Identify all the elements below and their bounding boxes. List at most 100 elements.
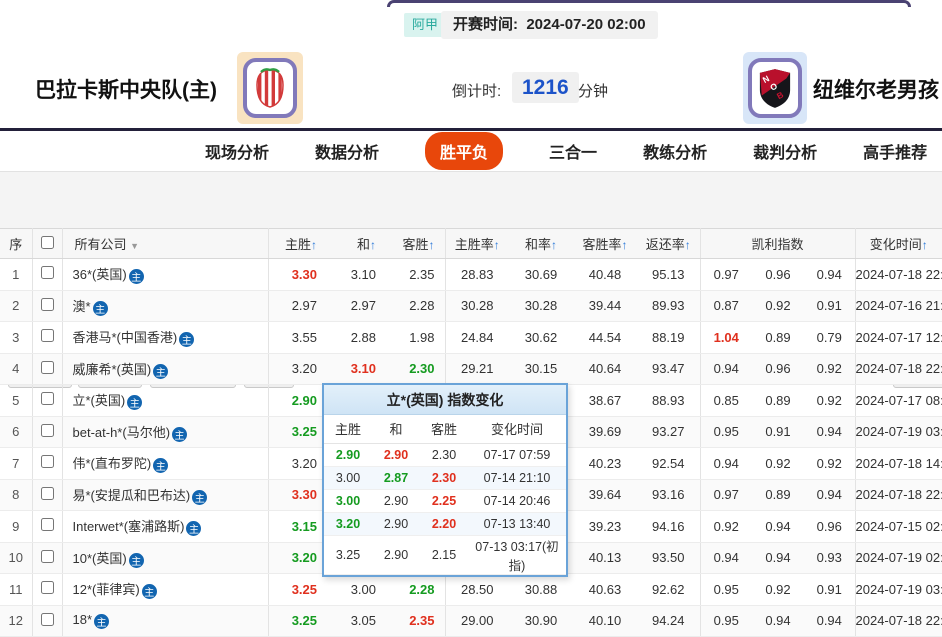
popup-home-odds: 3.00: [324, 466, 372, 489]
tab-胜平负[interactable]: 胜平负: [425, 132, 503, 170]
header-draw-rate[interactable]: 和率↑: [509, 229, 573, 259]
kelly-away-cell: 0.92: [804, 353, 855, 385]
kelly-away-cell: 0.94: [804, 259, 855, 291]
company-badge-icon: 主: [127, 395, 142, 410]
away-rate-cell: 44.54: [573, 322, 637, 354]
tab-高手推荐[interactable]: 高手推荐: [863, 139, 927, 163]
row-index: 2: [0, 290, 32, 322]
row-checkbox[interactable]: [41, 329, 54, 342]
kickoff-value: 2024-07-20 02:00: [526, 16, 645, 33]
company-cell[interactable]: Interwet*(塞浦路斯)主: [62, 511, 268, 543]
away-rate-cell: 39.44: [573, 290, 637, 322]
tab-裁判分析[interactable]: 裁判分析: [753, 139, 817, 163]
row-checkbox[interactable]: [41, 266, 54, 279]
row-checkbox[interactable]: [41, 424, 54, 437]
table-row: 1 36*(英国)主 3.30 3.10 2.35 28.83 30.69 40…: [0, 259, 942, 291]
countdown-label: 倒计时:: [452, 80, 501, 101]
draw-rate-cell: 30.90: [509, 605, 573, 637]
popup-change-time: 07-13 13:40: [468, 512, 566, 535]
header-home-rate[interactable]: 主胜率↑: [445, 229, 509, 259]
header-away-odds[interactable]: 客胜↑: [386, 229, 445, 259]
header-away-label: 客胜: [402, 237, 428, 252]
company-cell[interactable]: 12*(菲律宾)主: [62, 574, 268, 606]
company-cell[interactable]: 澳*主: [62, 290, 268, 322]
tab-数据分析[interactable]: 数据分析: [315, 139, 379, 163]
header-company[interactable]: 所有公司 ▼: [62, 229, 268, 259]
table-row: 12 18*主 3.25 3.05 2.35 29.00 30.90 40.10…: [0, 605, 942, 637]
sort-asc-icon: ↑: [922, 238, 928, 252]
row-checkbox[interactable]: [41, 298, 54, 311]
row-checkbox[interactable]: [41, 581, 54, 594]
company-cell[interactable]: 10*(英国)主: [62, 542, 268, 574]
kickoff-label: 开赛时间:: [453, 16, 518, 33]
company-badge-icon: 主: [179, 332, 194, 347]
company-cell[interactable]: 18*主: [62, 605, 268, 637]
kelly-home-cell: 0.87: [700, 290, 752, 322]
away-rate-cell: 39.69: [573, 416, 637, 448]
company-cell[interactable]: 香港马*(中国香港)主: [62, 322, 268, 354]
odds-change-popup: 立*(英国) 指数变化 主胜 和 客胜 变化时间 2.90 2.90 2.30 …: [322, 383, 568, 577]
kelly-home-cell: 0.95: [700, 605, 752, 637]
company-cell[interactable]: 36*(英国)主: [62, 259, 268, 291]
row-checkbox[interactable]: [41, 455, 54, 468]
row-checkbox[interactable]: [41, 487, 54, 500]
tab-教练分析[interactable]: 教练分析: [643, 139, 707, 163]
row-checkbox-cell: [32, 259, 62, 291]
header-payout[interactable]: 返还率↑: [637, 229, 700, 259]
company-name: 立*(英国): [73, 393, 126, 408]
away-odds-cell: 2.35: [386, 605, 445, 637]
popup-title: 立*(英国) 指数变化: [324, 385, 566, 415]
row-checkbox[interactable]: [41, 613, 54, 626]
kelly-draw-cell: 0.89: [752, 322, 804, 354]
payout-cell: 88.93: [637, 385, 700, 417]
sort-asc-icon: ↑: [311, 238, 317, 252]
kelly-draw-cell: 0.94: [752, 511, 804, 543]
sort-asc-icon: ↑: [494, 238, 500, 252]
tab-现场分析[interactable]: 现场分析: [205, 139, 269, 163]
change-time-cell: 2024-07-16 21:50: [855, 290, 942, 322]
company-cell[interactable]: 易*(安提瓜和巴布达)主: [62, 479, 268, 511]
kelly-away-cell: 0.91: [804, 574, 855, 606]
popup-draw-odds: 2.87: [372, 466, 420, 489]
countdown-value: 1216: [512, 72, 579, 103]
company-cell[interactable]: 威廉希*(英国)主: [62, 353, 268, 385]
kelly-draw-cell: 0.96: [752, 353, 804, 385]
header-checkbox[interactable]: [32, 229, 62, 259]
table-toolbar: 删除选中 保留选中 即时 ▼ 筛选 ▼ 共[168/168]间公司[显示] 设置…: [0, 171, 942, 228]
change-time-cell: 2024-07-18 22:24: [855, 605, 942, 637]
popup-change-time: 07-14 20:46: [468, 489, 566, 512]
away-rate-cell: 39.64: [573, 479, 637, 511]
draw-odds-cell: 3.00: [327, 574, 386, 606]
popup-away-odds: 2.25: [420, 489, 468, 512]
change-time-cell: 2024-07-19 03:59: [855, 574, 942, 606]
row-checkbox[interactable]: [41, 361, 54, 374]
home-odds-cell: 2.90: [268, 385, 327, 417]
popup-row: 3.00 2.87 2.30 07-14 21:10: [324, 466, 566, 489]
header-change-time[interactable]: 变化时间↑: [855, 229, 942, 259]
kelly-draw-cell: 0.89: [752, 479, 804, 511]
company-cell[interactable]: 伟*(直布罗陀)主: [62, 448, 268, 480]
row-index: 9: [0, 511, 32, 543]
header-away-rate[interactable]: 客胜率↑: [573, 229, 637, 259]
header-home-odds[interactable]: 主胜↑: [268, 229, 327, 259]
change-time-cell: 2024-07-17 12:03: [855, 322, 942, 354]
row-checkbox-cell: [32, 479, 62, 511]
popup-home-odds: 3.00: [324, 489, 372, 512]
company-cell[interactable]: 立*(英国)主: [62, 385, 268, 417]
row-checkbox[interactable]: [41, 518, 54, 531]
company-cell[interactable]: bet-at-h*(马尔他)主: [62, 416, 268, 448]
popup-header-away: 客胜: [420, 415, 468, 443]
header-draw-odds[interactable]: 和↑: [327, 229, 386, 259]
row-checkbox[interactable]: [41, 392, 54, 405]
home-odds-cell: 3.15: [268, 511, 327, 543]
row-checkbox[interactable]: [41, 550, 54, 563]
tab-三合一[interactable]: 三合一: [549, 139, 597, 163]
away-rate-cell: 38.67: [573, 385, 637, 417]
away-team-name: 纽维尔老男孩: [813, 74, 939, 104]
kelly-away-cell: 0.91: [804, 290, 855, 322]
sort-asc-icon: ↑: [551, 238, 557, 252]
company-badge-icon: 主: [153, 364, 168, 379]
select-all-checkbox[interactable]: [41, 236, 54, 249]
home-odds-cell: 3.25: [268, 416, 327, 448]
payout-cell: 93.27: [637, 416, 700, 448]
